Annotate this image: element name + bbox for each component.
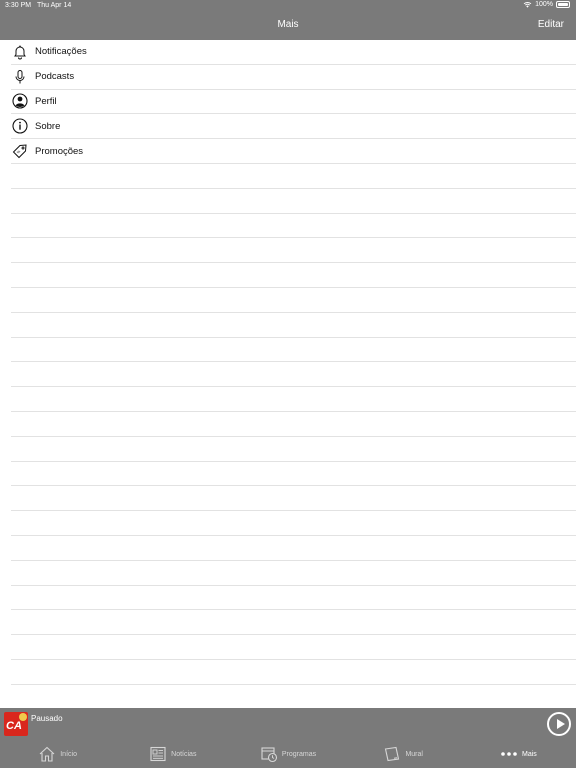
newspaper-icon bbox=[150, 746, 166, 762]
empty-row bbox=[11, 561, 576, 586]
status-date: Thu Apr 14 bbox=[37, 2, 72, 9]
battery-icon bbox=[556, 1, 570, 8]
tab-label: Programas bbox=[281, 750, 317, 758]
empty-row bbox=[11, 635, 576, 660]
menu-item-label: Promoções bbox=[35, 145, 84, 157]
empty-row bbox=[11, 685, 576, 708]
tab-mural[interactable]: Mural bbox=[346, 740, 461, 768]
tab-home[interactable]: Início bbox=[0, 740, 115, 768]
battery-percent: 100% bbox=[535, 1, 553, 8]
empty-row bbox=[11, 288, 576, 313]
tab-label: Mais bbox=[522, 750, 537, 758]
bell-icon bbox=[11, 43, 29, 61]
menu-item-label: Notificações bbox=[35, 46, 87, 58]
empty-row bbox=[11, 164, 576, 189]
note-icon bbox=[385, 746, 400, 762]
tab-label: Mural bbox=[405, 750, 423, 758]
empty-row bbox=[11, 412, 576, 437]
empty-row bbox=[11, 387, 576, 412]
more-dots-icon bbox=[501, 752, 517, 756]
empty-row bbox=[11, 586, 576, 611]
menu-item-label: Sobre bbox=[35, 120, 61, 132]
empty-row bbox=[11, 486, 576, 512]
tab-programs[interactable]: Programas bbox=[230, 740, 345, 768]
menu-item-promotions[interactable]: % Promoções bbox=[11, 139, 576, 164]
player-status: Pausado bbox=[31, 714, 63, 723]
empty-row bbox=[11, 462, 576, 487]
info-icon bbox=[11, 117, 29, 135]
empty-row bbox=[11, 189, 576, 214]
calendar-clock-icon bbox=[261, 747, 277, 763]
menu-item-notifications[interactable]: Notificações bbox=[11, 40, 576, 65]
tab-label: Início bbox=[60, 750, 77, 758]
page-title: Mais bbox=[277, 19, 299, 30]
menu-item-label: Perfil bbox=[35, 95, 57, 107]
empty-row bbox=[11, 338, 576, 363]
tab-news[interactable]: Notícias bbox=[115, 740, 230, 768]
nav-bar: Mais Editar bbox=[0, 12, 576, 40]
menu-item-label: Podcasts bbox=[35, 71, 75, 83]
more-menu-list: Notificações Podcasts Perfil Sobre % Pro… bbox=[0, 40, 576, 708]
menu-item-podcasts[interactable]: Podcasts bbox=[11, 65, 576, 90]
station-logo: CA bbox=[4, 712, 28, 736]
empty-row bbox=[11, 238, 576, 264]
empty-row bbox=[11, 214, 576, 239]
empty-row bbox=[11, 362, 576, 388]
home-icon bbox=[39, 746, 55, 762]
tag-icon: % bbox=[11, 142, 29, 160]
status-bar: 3:30 PM Thu Apr 14 100% bbox=[0, 0, 576, 12]
mini-player[interactable]: CA Pausado bbox=[0, 708, 576, 740]
tab-label: Notícias bbox=[171, 750, 197, 758]
user-icon bbox=[11, 92, 29, 110]
empty-row bbox=[11, 313, 576, 338]
empty-list-area bbox=[0, 164, 576, 708]
menu-item-about[interactable]: Sobre bbox=[11, 114, 576, 140]
logo-text: CA bbox=[6, 720, 22, 732]
status-right: 100% bbox=[523, 1, 570, 8]
microphone-icon bbox=[11, 68, 29, 86]
empty-row bbox=[11, 660, 576, 685]
empty-row bbox=[11, 610, 576, 636]
play-button[interactable] bbox=[547, 712, 571, 736]
status-time: 3:30 PM bbox=[5, 2, 32, 9]
tab-more[interactable]: Mais bbox=[461, 740, 576, 768]
wifi-icon bbox=[523, 2, 532, 8]
edit-button[interactable]: Editar bbox=[538, 19, 564, 30]
menu-item-profile[interactable]: Perfil bbox=[11, 90, 576, 115]
empty-row bbox=[11, 511, 576, 536]
empty-row bbox=[11, 437, 576, 462]
svg-text:%: % bbox=[16, 149, 22, 155]
empty-row bbox=[11, 263, 576, 288]
tab-bar: Início Notícias Programas Mural Mais bbox=[0, 740, 576, 768]
empty-row bbox=[11, 536, 576, 561]
